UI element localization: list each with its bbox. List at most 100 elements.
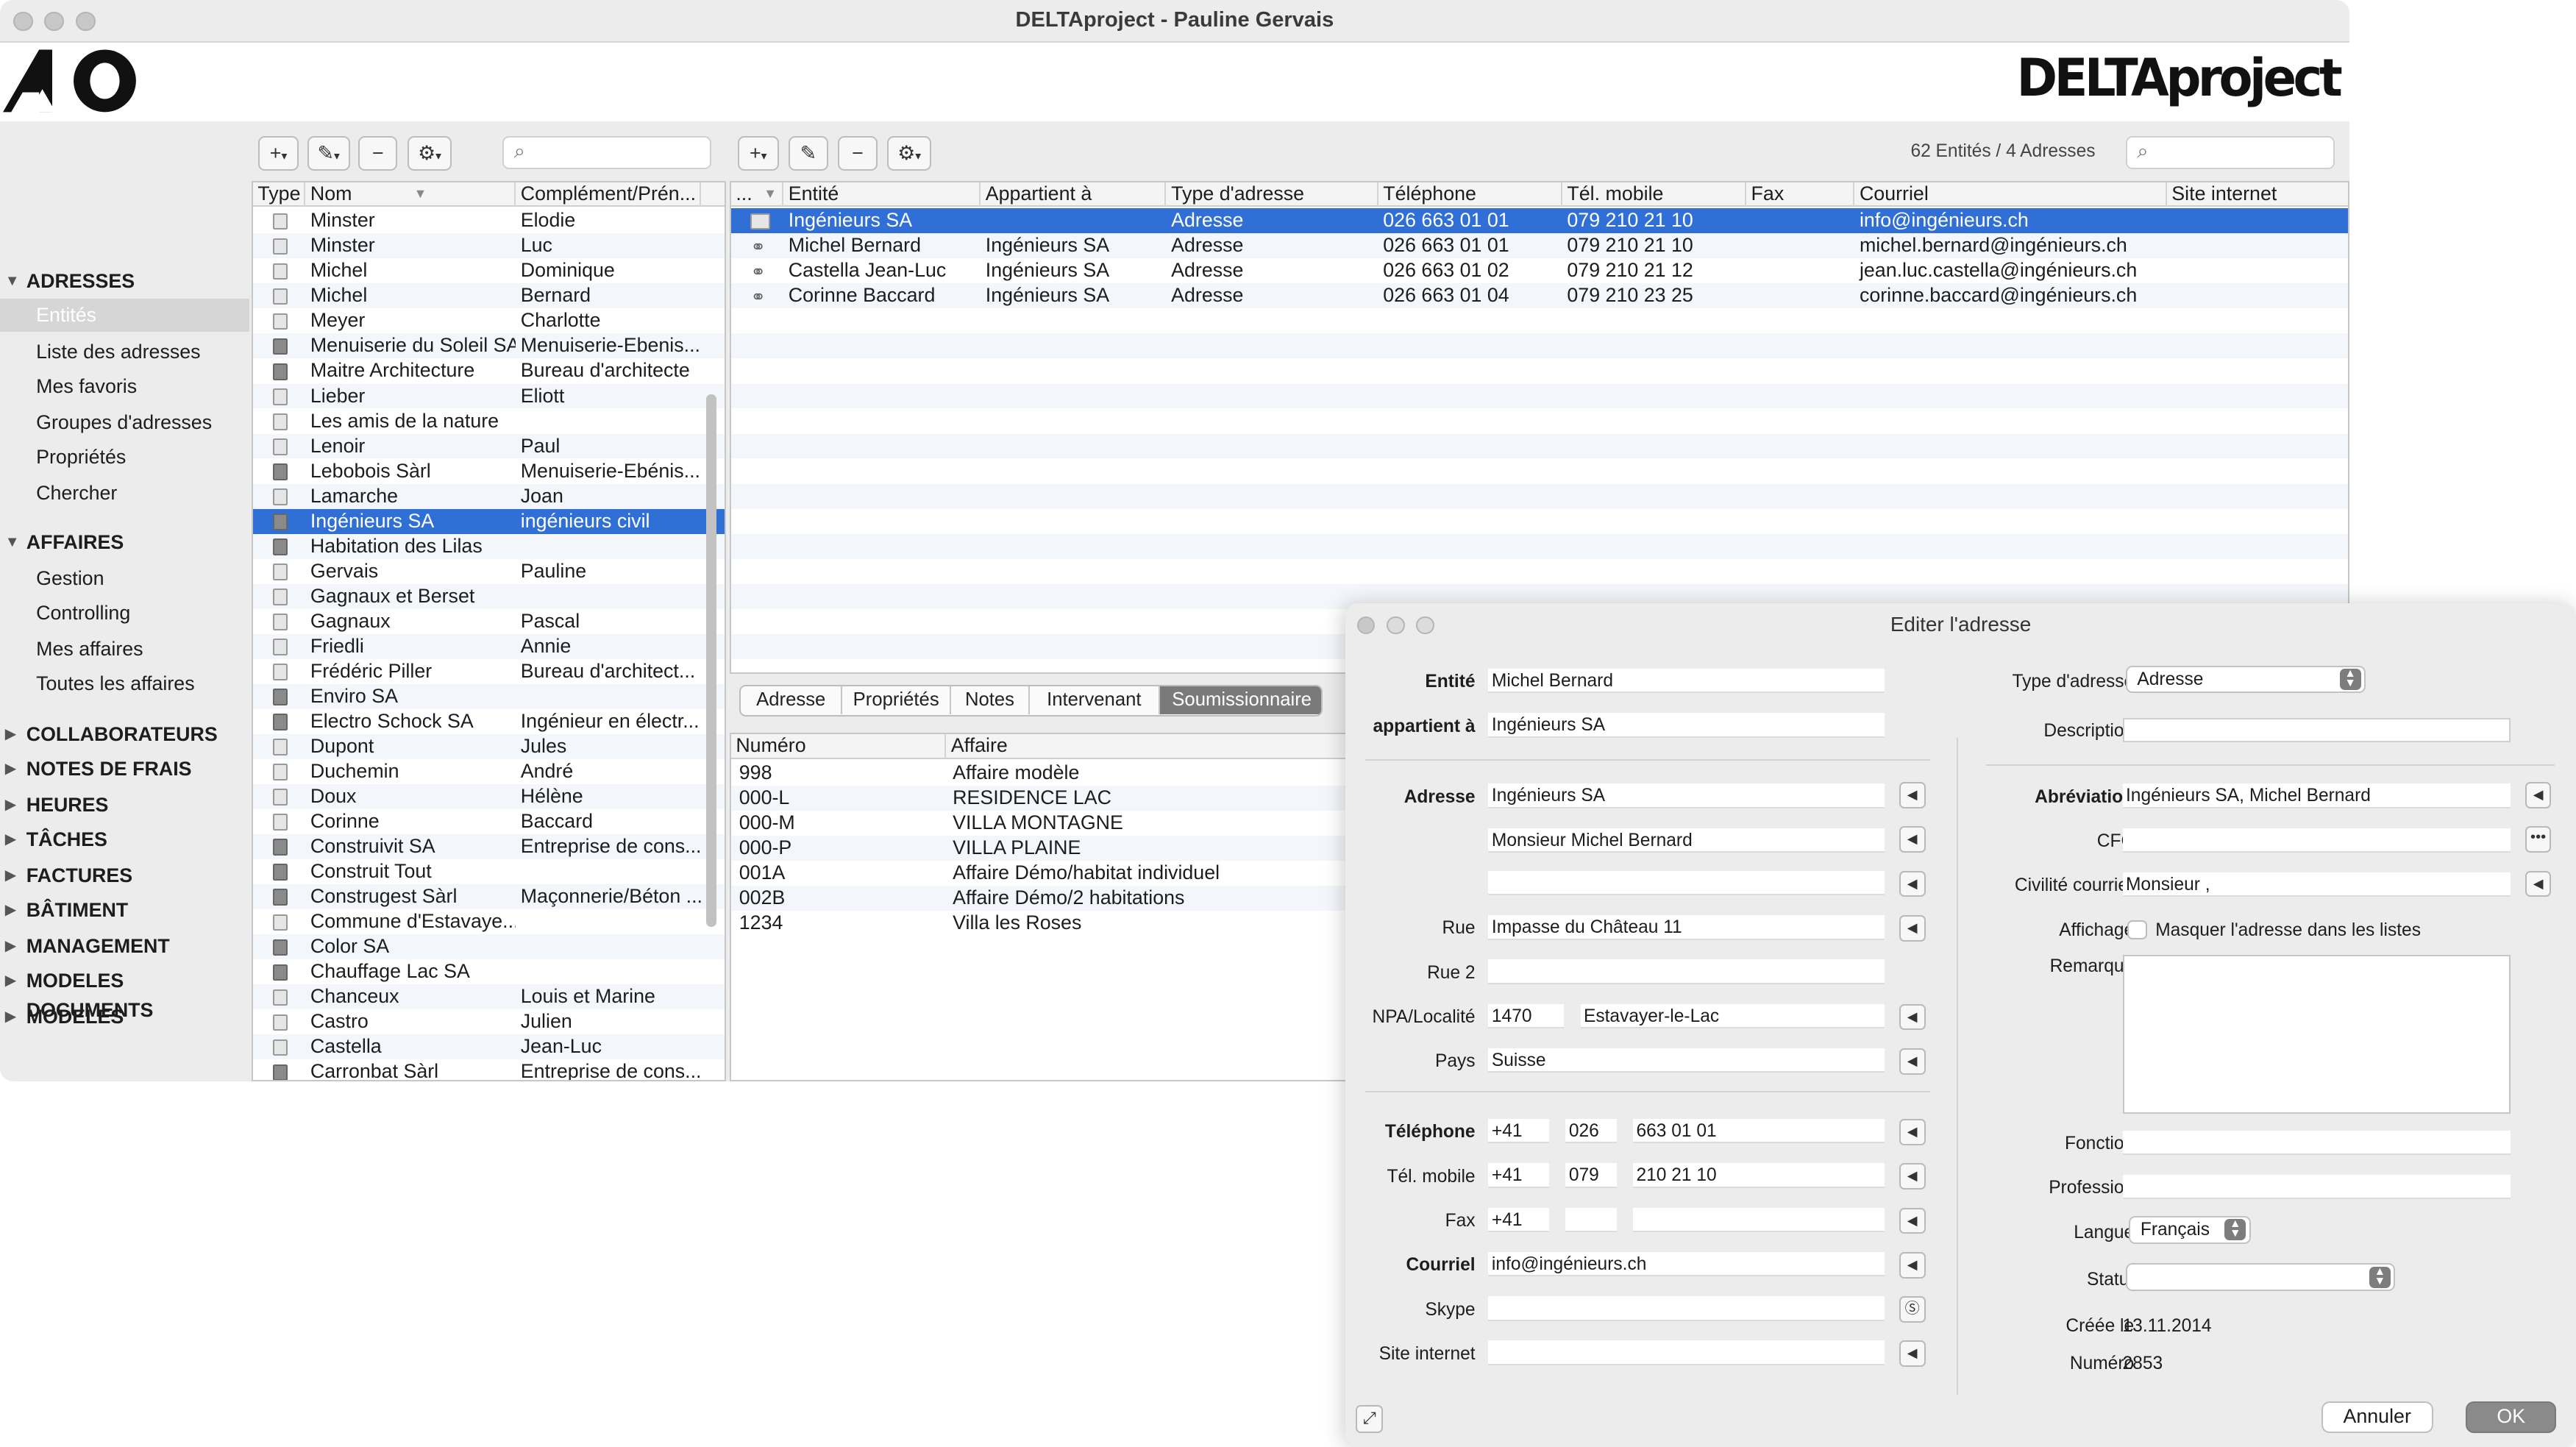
column-header-appartient[interactable]: Appartient à [981, 182, 1167, 207]
table-row[interactable]: Lebobois Sàrl Menuiserie-Ebénis... [253, 459, 725, 484]
description-field[interactable] [2122, 717, 2511, 743]
sidebar-section-notes-frais[interactable]: ▶ NOTES DE FRAIS [0, 754, 249, 783]
sidebar-section-modeles[interactable]: ▶ MODELES [0, 1002, 249, 1031]
rue2-field[interactable] [1488, 959, 1885, 984]
npa-field[interactable]: 1470 [1488, 1003, 1565, 1029]
langue-select[interactable]: Français ▲ ▼ [2129, 1215, 2251, 1244]
table-row[interactable]: ⚭ Corinne Baccard Ingénieurs SA Adresse 026 … [730, 283, 2348, 309]
mobile-number-field[interactable]: 210 21 10 [1632, 1163, 1885, 1188]
column-header-type-adresse[interactable]: Type d'adresse [1166, 182, 1378, 207]
remove-entity-button[interactable]: − [357, 136, 398, 171]
courriel-field[interactable]: info@ingénieurs.ch [1488, 1251, 1885, 1277]
fax-arrow-button[interactable]: ◀ [1899, 1207, 1926, 1234]
adresse-line1-arrow-button[interactable]: ◀ [1899, 782, 1926, 808]
table-row[interactable]: Habitation des Lilas [252, 533, 725, 559]
table-row[interactable]: Duchemin André [253, 759, 725, 784]
sidebar-item-liste-adresses[interactable]: Liste des adresses [0, 335, 249, 369]
site-internet-field[interactable] [1488, 1340, 1885, 1365]
telephone-arrow-button[interactable]: ◀ [1899, 1118, 1926, 1145]
table-row[interactable]: Dupont Jules [252, 733, 725, 759]
adresse-line2-arrow-button[interactable]: ◀ [1899, 826, 1926, 853]
table-row[interactable]: Carronbat Sàrl Entreprise de cons... [253, 1059, 725, 1080]
fax-number-field[interactable] [1632, 1207, 1885, 1233]
sidebar-item-gestion[interactable]: Gestion [0, 562, 249, 595]
fax-country-code-field[interactable]: +41 [1488, 1207, 1550, 1233]
column-header-type[interactable]: Type [253, 182, 306, 207]
fonction-field[interactable] [2122, 1130, 2511, 1156]
mobile-area-code-field[interactable]: 079 [1565, 1163, 1617, 1188]
sidebar-section-batiment[interactable]: ▶ BÂTIMENT [0, 895, 249, 925]
statut-select[interactable]: ▲ ▼ [2126, 1263, 2396, 1292]
rue-field[interactable]: Impasse du Château 11 [1488, 915, 1885, 940]
adresse-line3-field[interactable] [1488, 870, 1885, 896]
table-row[interactable]: Doux Hélène [252, 783, 725, 809]
edit-address-button[interactable]: ✎ [789, 136, 828, 171]
cfc-field[interactable] [2122, 828, 2511, 853]
telephone-number-field[interactable]: 663 01 01 [1632, 1118, 1885, 1144]
abreviation-field[interactable]: Ingénieurs SA, Michel Bernard [2122, 783, 2511, 808]
column-header-courriel[interactable]: Courriel [1854, 182, 2167, 207]
table-row[interactable]: Menuiserie du Soleil SA Menuiserie-Ebenis… [252, 333, 725, 359]
table-row[interactable]: 1234 Villa les Roses [731, 911, 1353, 936]
table-row[interactable]: Ingénieurs SA Adresse 026 663 01 01 079 210… [730, 208, 2348, 234]
civilite-arrow-button[interactable]: ◀ [2525, 870, 2552, 897]
table-row[interactable]: Enviro SA [252, 683, 725, 709]
courriel-arrow-button[interactable]: ◀ [1899, 1251, 1926, 1279]
column-header-icon[interactable]: ... ▼ [731, 182, 784, 207]
sidebar-item-favoris[interactable]: Mes favoris [0, 370, 249, 403]
type-adresse-select[interactable]: Adresse ▲ ▼ [2126, 665, 2366, 694]
ok-button[interactable]: OK [2466, 1401, 2557, 1433]
table-row[interactable]: Chauffage Lac SA [253, 959, 725, 984]
table-row[interactable]: Maitre Architecture Bureau d'architecte [253, 358, 725, 383]
table-row[interactable]: 001A Affaire Démo/habitat individuel [731, 861, 1353, 886]
table-row[interactable]: Commune d'Estavaye... [253, 909, 725, 934]
adresse-line1-field[interactable]: Ingénieurs SA [1488, 783, 1885, 808]
sidebar-section-heures[interactable]: ▶ HEURES [0, 790, 249, 820]
column-header-telephone[interactable]: Téléphone [1378, 182, 1562, 207]
address-actions-button[interactable]: ⚙▾ [887, 136, 932, 171]
sidebar-item-entites[interactable]: Entités [0, 299, 250, 333]
sidebar-section-management[interactable]: ▶ MANAGEMENT [0, 931, 249, 961]
skype-field[interactable] [1488, 1296, 1885, 1321]
remarque-textarea[interactable] [2122, 954, 2511, 1114]
table-row[interactable]: Construit Tout [253, 859, 725, 884]
civilite-field[interactable]: Monsieur , [2122, 872, 2511, 897]
entity-table-scrollbar[interactable] [706, 394, 716, 927]
entite-field[interactable]: Michel Bernard [1488, 668, 1885, 694]
cfc-browse-button[interactable]: ••• [2525, 826, 2552, 853]
table-row[interactable]: 998 Affaire modèle [731, 761, 1353, 786]
mobile-arrow-button[interactable]: ◀ [1899, 1163, 1926, 1190]
appartient-field[interactable]: Ingénieurs SA [1488, 713, 1885, 738]
remove-address-button[interactable]: − [838, 136, 878, 171]
table-row[interactable]: Lieber Eliott [252, 383, 725, 409]
table-row[interactable]: 002B Affaire Démo/2 habitations [730, 885, 1353, 911]
table-row[interactable]: Electro Schock SA Ingénieur en électr... [253, 709, 725, 734]
sidebar-section-factures[interactable]: ▶ FACTURES [0, 861, 249, 890]
column-header-complement[interactable]: Complément/Prén... [516, 182, 702, 207]
tab-soumissionnaire[interactable]: Soumissionnaire [1159, 686, 1321, 715]
column-header-nom[interactable]: Nom ▼ [305, 182, 516, 207]
expand-dialog-button[interactable]: ⤢ [1355, 1404, 1384, 1433]
column-header-numero[interactable]: Numéro [731, 734, 947, 759]
fax-area-code-field[interactable] [1565, 1207, 1617, 1233]
profession-field[interactable] [2122, 1174, 2511, 1200]
entity-actions-button[interactable]: ⚙▾ [407, 136, 452, 171]
table-row[interactable]: Meyer Charlotte [253, 308, 725, 333]
table-row[interactable]: Michel Bernard [252, 283, 725, 309]
table-row[interactable]: Construgest Sàrl Maçonnerie/Béton ... [252, 884, 725, 909]
column-header-fax[interactable]: Fax [1746, 182, 1855, 207]
table-row[interactable]: Castella Jean-Luc [252, 1034, 725, 1059]
table-row[interactable]: Construivit SA Entreprise de cons... [252, 833, 725, 859]
column-header-mobile[interactable]: Tél. mobile [1562, 182, 1746, 207]
table-row[interactable]: 000-P VILLA PLAINE [730, 835, 1353, 861]
telephone-country-code-field[interactable]: +41 [1488, 1118, 1550, 1144]
sidebar-section-modeles-documents[interactable]: ▶ MODELES DOCUMENTS [0, 966, 249, 1021]
table-row[interactable]: Friedli Annie [252, 633, 725, 659]
edit-entity-button[interactable]: ✎▾ [307, 136, 350, 171]
tab-adresse[interactable]: Adresse [741, 686, 843, 715]
table-row[interactable]: Ingénieurs SA ingénieurs civil [252, 508, 725, 534]
masquer-adresse-checkbox[interactable] [2127, 920, 2148, 940]
pays-field[interactable]: Suisse [1488, 1048, 1885, 1073]
table-row[interactable]: Lenoir Paul [252, 433, 725, 459]
rue-arrow-button[interactable]: ◀ [1899, 915, 1926, 942]
